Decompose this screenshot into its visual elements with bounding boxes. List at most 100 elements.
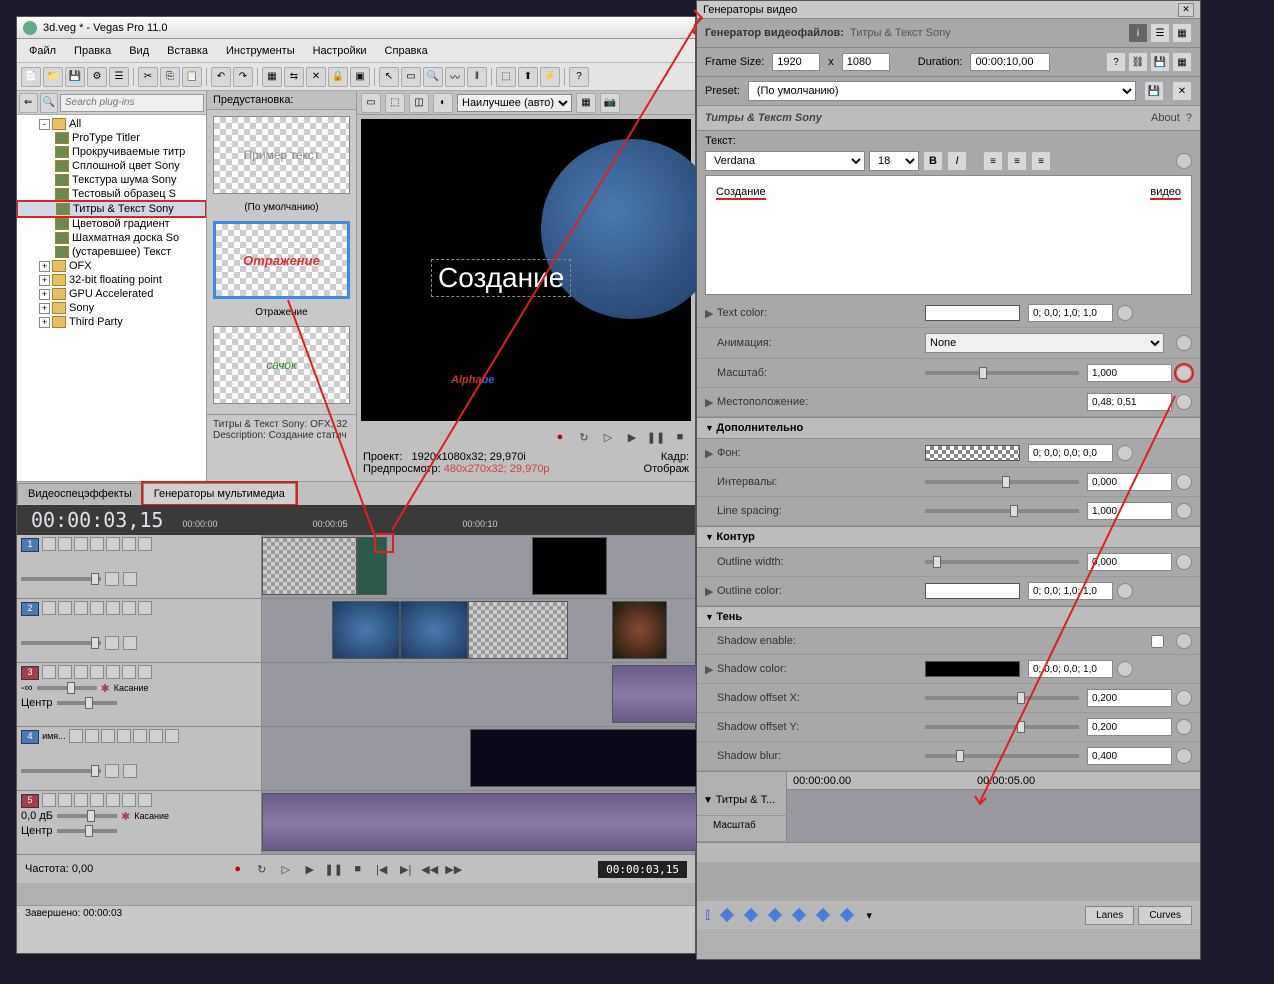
- track-btn[interactable]: [106, 601, 120, 615]
- align-right-icon[interactable]: ≡: [1031, 151, 1051, 171]
- clock-icon[interactable]: [1176, 633, 1192, 649]
- track-content[interactable]: [262, 791, 695, 854]
- paste-icon[interactable]: 📋: [182, 67, 202, 87]
- expand-icon[interactable]: ▶: [705, 396, 717, 409]
- keyframe-next-icon[interactable]: [815, 908, 829, 922]
- tree-item[interactable]: +32-bit floating point: [17, 273, 206, 287]
- keyframe-last-icon[interactable]: [839, 908, 853, 922]
- zoom-icon[interactable]: 🔍: [423, 67, 443, 87]
- preset-item[interactable]: сачок: [207, 326, 356, 414]
- align-left-icon[interactable]: ≡: [983, 151, 1003, 171]
- value-input[interactable]: [1087, 718, 1172, 736]
- expand-icon[interactable]: ▶: [705, 447, 717, 460]
- track-header[interactable]: 5 0,0 дБ✱ КасаниеЦентр: [17, 791, 262, 854]
- tree-item[interactable]: Титры & Текст Sony: [17, 201, 206, 217]
- track-number[interactable]: 4: [21, 730, 39, 744]
- value-input[interactable]: [1087, 553, 1172, 571]
- view-grid-icon[interactable]: ▦: [1172, 23, 1192, 43]
- expand-icon[interactable]: +: [39, 303, 50, 314]
- track-header[interactable]: 2: [17, 599, 262, 662]
- value-input[interactable]: [1087, 689, 1172, 707]
- clock-icon[interactable]: [1117, 583, 1133, 599]
- height-input[interactable]: [842, 53, 890, 71]
- help-icon[interactable]: ?: [1106, 52, 1126, 72]
- clock-icon[interactable]: [1176, 503, 1192, 519]
- back-icon[interactable]: ⇐: [19, 93, 38, 113]
- tab-media-generators[interactable]: Генераторы мультимедиа: [143, 483, 296, 504]
- comp-icon[interactable]: [123, 764, 137, 778]
- track-header[interactable]: 4 имя...: [17, 727, 262, 790]
- copy-icon[interactable]: ⎘: [160, 67, 180, 87]
- duration-input[interactable]: [970, 53, 1050, 71]
- menu-help[interactable]: Справка: [377, 43, 436, 59]
- clock-icon[interactable]: [1176, 153, 1192, 169]
- clock-icon[interactable]: [1176, 394, 1192, 410]
- track-btn[interactable]: [138, 537, 152, 551]
- options-icon[interactable]: ▦: [1172, 52, 1192, 72]
- new-icon[interactable]: 📄: [21, 67, 41, 87]
- value-input[interactable]: [1087, 393, 1172, 411]
- track-btn[interactable]: [90, 537, 104, 551]
- section-header[interactable]: Контур: [697, 526, 1200, 548]
- tree-item[interactable]: Шахматная доска So: [17, 231, 206, 245]
- tab-videofx[interactable]: Видеоспецэффекты: [17, 483, 143, 504]
- value-input[interactable]: [1087, 473, 1172, 491]
- select[interactable]: None: [925, 333, 1164, 353]
- track-number[interactable]: 3: [21, 666, 39, 680]
- tree-item[interactable]: Текстура шума Sony: [17, 173, 206, 187]
- color-swatch[interactable]: [925, 305, 1020, 321]
- expand-icon[interactable]: -: [39, 119, 50, 130]
- keyframe-del-icon[interactable]: [791, 908, 805, 922]
- preset-thumb[interactable]: Отражение: [213, 221, 350, 299]
- upload-icon[interactable]: ⬆: [518, 67, 538, 87]
- ignore-icon[interactable]: ▣: [350, 67, 370, 87]
- track-btn[interactable]: [85, 729, 99, 743]
- track-btn[interactable]: [42, 601, 56, 615]
- plugin-tree[interactable]: -AllProType TitlerПрокручиваемые титрСпл…: [17, 115, 206, 481]
- tree-item[interactable]: Сплошной цвет Sony: [17, 159, 206, 173]
- expand-icon[interactable]: ▶: [705, 663, 717, 676]
- track-btn[interactable]: [122, 793, 136, 807]
- tree-item[interactable]: Цветовой градиент: [17, 217, 206, 231]
- preset-item[interactable]: Пример текст(По умолчанию): [207, 116, 356, 215]
- delete-icon[interactable]: ✕: [1172, 81, 1192, 101]
- clock-icon[interactable]: [1176, 748, 1192, 764]
- scripts-icon[interactable]: ⚡: [540, 67, 560, 87]
- checkbox[interactable]: [1151, 635, 1164, 648]
- menu-insert[interactable]: Вставка: [159, 43, 216, 59]
- pause-icon[interactable]: ❚❚: [325, 860, 343, 878]
- expand-icon[interactable]: +: [39, 289, 50, 300]
- width-input[interactable]: [772, 53, 820, 71]
- play-start-icon[interactable]: ▷: [599, 428, 617, 446]
- clock-icon[interactable]: [1176, 554, 1192, 570]
- font-select[interactable]: Verdana: [705, 151, 865, 171]
- tree-item[interactable]: +OFX: [17, 259, 206, 273]
- track-btn[interactable]: [138, 793, 152, 807]
- value-input[interactable]: [1028, 660, 1113, 678]
- props-icon[interactable]: ☰: [109, 67, 129, 87]
- expand-icon[interactable]: +: [39, 317, 50, 328]
- text-editor[interactable]: Создание видео: [705, 175, 1192, 295]
- snap-icon[interactable]: ▦: [262, 67, 282, 87]
- color-swatch[interactable]: [925, 661, 1020, 677]
- tree-item[interactable]: +GPU Accelerated: [17, 287, 206, 301]
- tree-item[interactable]: (устаревшее) Текст: [17, 245, 206, 259]
- selection-icon[interactable]: ▭: [401, 67, 421, 87]
- track-btn[interactable]: [74, 793, 88, 807]
- view-mode-icon[interactable]: i: [1128, 23, 1148, 43]
- play-start-icon[interactable]: ▷: [277, 860, 295, 878]
- slider[interactable]: [925, 480, 1079, 484]
- track-btn[interactable]: [106, 537, 120, 551]
- chevron-down-icon[interactable]: ▾: [867, 909, 873, 922]
- value-input[interactable]: [1087, 502, 1172, 520]
- chain-icon[interactable]: ⛓: [1128, 52, 1148, 72]
- text-cursor-icon[interactable]: 𝕀: [705, 907, 711, 924]
- edit-tool-icon[interactable]: ↖: [379, 67, 399, 87]
- preview-fx-icon[interactable]: ⬚: [385, 93, 405, 113]
- render-icon[interactable]: ⚙: [87, 67, 107, 87]
- clock-icon[interactable]: [1117, 305, 1133, 321]
- save-preset-icon[interactable]: 💾: [1150, 52, 1170, 72]
- slider[interactable]: [925, 371, 1079, 375]
- value-input[interactable]: [1087, 747, 1172, 765]
- clock-icon[interactable]: [1176, 474, 1192, 490]
